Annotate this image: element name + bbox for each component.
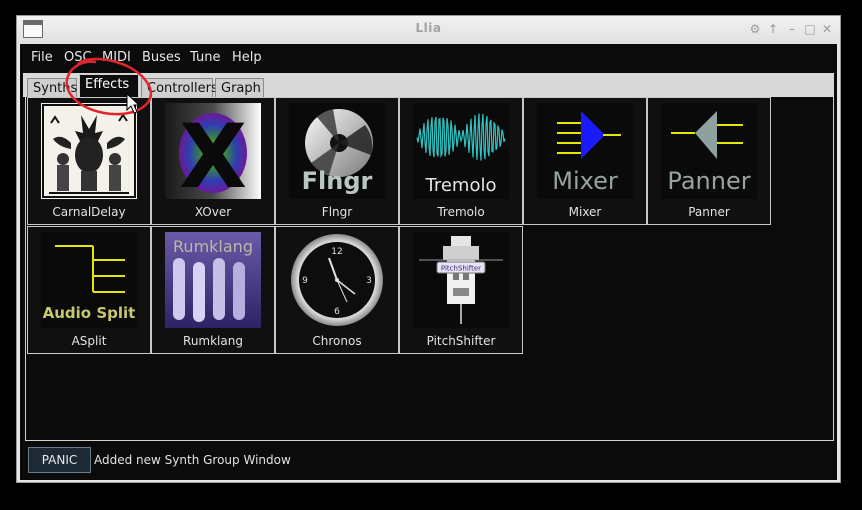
pitchshifter-art-text: PitchShifter [441, 265, 481, 273]
window-title: Llia [415, 21, 442, 35]
chronos-icon: 12 3 6 9 [289, 232, 385, 328]
effect-label: Rumklang [183, 334, 243, 348]
effects-panel: CarnalDelay X XOver Flngr Flngr Tremolo … [25, 97, 834, 441]
effect-tile-flngr[interactable]: Flngr Flngr [275, 97, 399, 225]
minimize-icon[interactable]: – [785, 21, 799, 37]
status-bar: PANIC Added new Synth Group Window [20, 444, 837, 476]
effect-label: Mixer [568, 205, 602, 219]
close-icon[interactable]: ✕ [820, 21, 834, 37]
effect-tile-asplit[interactable]: Audio Split ASplit [27, 226, 151, 354]
tremolo-icon: Tremolo [413, 103, 509, 199]
effect-tile-xover[interactable]: X XOver [151, 97, 275, 225]
mixer-icon: Mixer [537, 103, 633, 199]
xover-art-text: X [179, 105, 247, 199]
status-message: Added new Synth Group Window [94, 453, 291, 467]
pitchshifter-icon: PitchShifter [413, 232, 509, 328]
flngr-art-text: Flngr [302, 167, 373, 195]
rumklang-icon: Rumklang [165, 232, 261, 328]
tab-controllers[interactable]: Controllers [141, 78, 218, 98]
tab-graph[interactable]: Graph [215, 78, 264, 98]
mixer-art-text: Mixer [552, 167, 618, 195]
effect-tile-panner[interactable]: Panner Panner [647, 97, 771, 225]
effect-tile-tremolo[interactable]: Tremolo Tremolo [399, 97, 523, 225]
effect-label: XOver [194, 205, 232, 219]
effect-label: Flngr [321, 205, 353, 219]
effect-label: CarnalDelay [52, 205, 126, 219]
flngr-icon: Flngr [289, 103, 385, 199]
panner-icon: Panner [661, 103, 757, 199]
chronos-numeral-3: 3 [366, 276, 372, 286]
panner-art-text: Panner [667, 167, 750, 195]
menu-osc[interactable]: OSC [64, 50, 92, 65]
effect-label: ASplit [71, 334, 107, 348]
effect-tile-carnaldelay[interactable]: CarnalDelay [27, 97, 151, 225]
xover-icon: X [165, 103, 261, 199]
tab-synths[interactable]: Synths [27, 78, 77, 98]
chronos-numeral-12: 12 [331, 247, 342, 257]
chronos-numeral-9: 9 [302, 276, 308, 286]
menu-help[interactable]: Help [232, 50, 262, 65]
maximize-icon[interactable]: □ [803, 21, 817, 37]
panic-button[interactable]: PANIC [28, 447, 91, 473]
effect-tile-rumklang[interactable]: Rumklang Rumklang [151, 226, 275, 354]
tab-strip: Synths Effects Controllers Graph [23, 73, 834, 98]
main-window: Llia ⚙ ↑ – □ ✕ File OSC MIDI Buses Tune … [16, 15, 841, 483]
effect-label: Chronos [312, 334, 362, 348]
effect-label: PitchShifter [426, 334, 496, 348]
tab-effects[interactable]: Effects [79, 74, 139, 97]
effect-label: Panner [688, 205, 730, 219]
menu-file[interactable]: File [31, 50, 53, 65]
menu-tune[interactable]: Tune [190, 50, 220, 65]
window-client-area: File OSC MIDI Buses Tune Help Synths Eff… [20, 44, 837, 480]
effect-tile-pitchshifter[interactable]: PitchShifter PitchShifter [399, 226, 523, 354]
menu-bar: File OSC MIDI Buses Tune Help [20, 44, 837, 71]
title-bar[interactable]: Llia ⚙ ↑ – □ ✕ [17, 16, 840, 43]
chronos-numeral-6: 6 [334, 307, 340, 317]
keep-above-icon[interactable]: ↑ [766, 21, 780, 37]
menu-buses[interactable]: Buses [142, 50, 181, 65]
effect-label: Tremolo [437, 205, 485, 219]
settings-icon[interactable]: ⚙ [748, 21, 762, 37]
effect-tile-chronos[interactable]: 12 3 6 9 Chronos [275, 226, 399, 354]
rumklang-art-text: Rumklang [173, 237, 253, 256]
carnaldelay-icon [41, 103, 137, 199]
effect-tile-mixer[interactable]: Mixer Mixer [523, 97, 647, 225]
tremolo-art-text: Tremolo [425, 175, 497, 196]
menu-midi[interactable]: MIDI [102, 50, 131, 65]
asplit-icon: Audio Split [41, 232, 137, 328]
asplit-art-text: Audio Split [43, 304, 136, 322]
